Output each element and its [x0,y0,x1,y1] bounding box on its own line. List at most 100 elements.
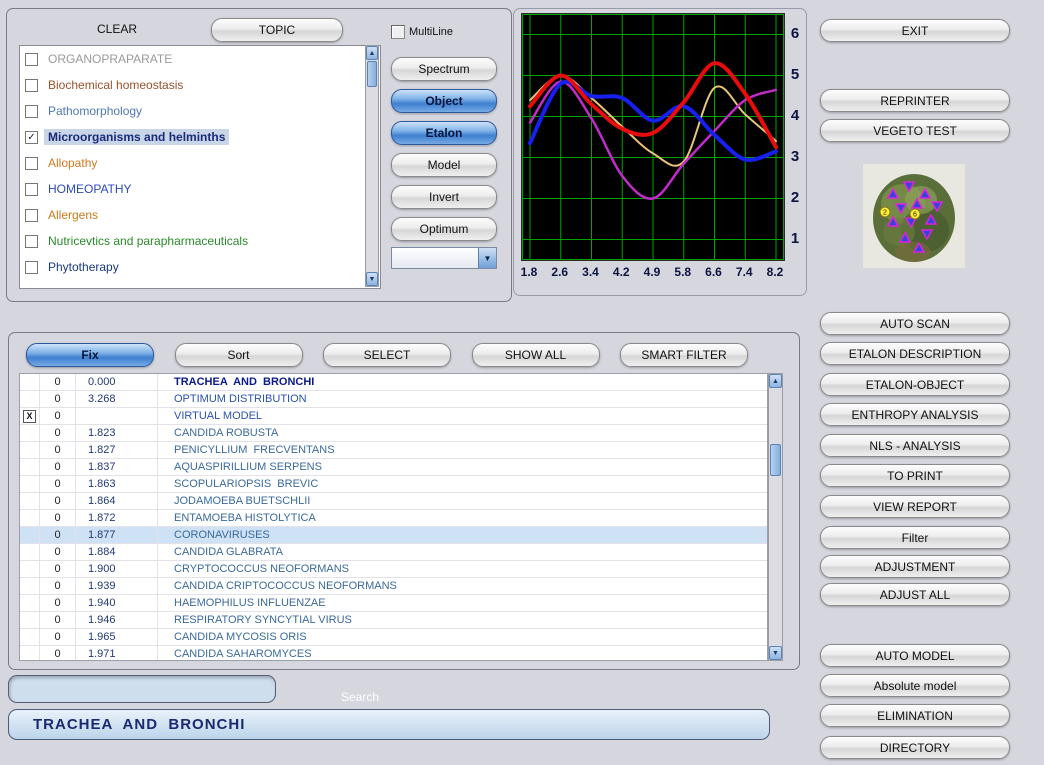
button-reprinter[interactable]: REPRINTER [820,89,1010,112]
result-row[interactable]: 01.872ENTAMOEBA HISTOLYTICA [20,510,767,527]
row-mark-cell[interactable] [20,578,40,594]
button-vegeto-test[interactable]: VEGETO TEST [820,119,1010,142]
row-mark-cell[interactable] [20,629,40,645]
button-directory[interactable]: DIRECTORY [820,736,1010,759]
category-item[interactable]: ORGANOPRAPARATE [20,46,380,72]
category-item[interactable]: Biochemical homeostasis [20,72,380,98]
clear-button[interactable]: CLEAR [67,22,167,36]
button-nls-analysis[interactable]: NLS - ANALYSIS [820,434,1010,457]
category-item[interactable]: Pathomorphology [20,98,380,124]
category-checkbox[interactable] [25,105,38,118]
row-mark-cell[interactable] [20,374,40,390]
scroll-up-icon[interactable]: ▲ [366,46,378,60]
button-auto-scan[interactable]: AUTO SCAN [820,312,1010,335]
button-exit[interactable]: EXIT [820,19,1010,42]
row-mark-cell[interactable] [20,476,40,492]
button-elimination[interactable]: ELIMINATION [820,704,1010,727]
category-label: Biochemical homeostasis [44,77,187,93]
result-row[interactable]: 01.900CRYPTOCOCCUS NEOFORMANS [20,561,767,578]
scroll-thumb[interactable] [770,444,781,476]
scroll-down-icon[interactable]: ▼ [769,646,782,660]
scroll-up-icon[interactable]: ▲ [769,374,782,388]
organ-image[interactable]: 26 [863,164,965,268]
row-mark-cell[interactable] [20,646,40,661]
result-row[interactable]: 01.837AQUASPIRILLIUM SERPENS [20,459,767,476]
mode-button-invert[interactable]: Invert [391,185,497,209]
results-table[interactable]: 00.000TRACHEA AND BRONCHI03.268OPTIMUM D… [19,373,768,661]
results-scrollbar[interactable]: ▲ ▼ [768,373,783,661]
button-etalon-description[interactable]: ETALON DESCRIPTION [820,342,1010,365]
category-checkbox[interactable] [25,157,38,170]
search-input[interactable] [8,675,276,703]
row-mark-cell[interactable] [20,425,40,441]
category-item[interactable]: ✓Microorganisms and helminths [20,124,380,150]
result-row[interactable]: 01.940HAEMOPHILUS INFLUENZAE [20,595,767,612]
mode-button-etalon[interactable]: Etalon [391,121,497,145]
scroll-thumb[interactable] [367,61,377,87]
category-checkbox[interactable] [25,235,38,248]
result-row[interactable]: 01.823CANDIDA ROBUSTA [20,425,767,442]
button-absolute-model[interactable]: Absolute model [820,674,1010,697]
button-adjust-all[interactable]: ADJUST ALL [820,583,1010,606]
result-row[interactable]: 01.864JODAMOEBA BUETSCHLII [20,493,767,510]
category-item[interactable]: HOMEOPATHY [20,176,380,202]
toolbar-button-sort[interactable]: Sort [175,343,303,367]
mode-button-object[interactable]: Object [391,89,497,113]
category-item[interactable]: Phytotherapy [20,254,380,280]
result-row[interactable]: 01.884CANDIDA GLABRATA [20,544,767,561]
result-row[interactable]: 01.939CANDIDA CRIPTOCOCCUS NEOFORMANS [20,578,767,595]
toolbar-button-show-all[interactable]: SHOW ALL [472,343,600,367]
scroll-down-icon[interactable]: ▼ [366,272,378,286]
result-row[interactable]: 03.268OPTIMUM DISTRIBUTION [20,391,767,408]
row-mark-cell[interactable] [20,391,40,407]
result-row[interactable]: 01.965CANDIDA MYCOSIS ORIS [20,629,767,646]
result-row[interactable]: X0VIRTUAL MODEL [20,408,767,425]
category-list[interactable]: ORGANOPRAPARATE Biochemical homeostasis Pa… [19,45,381,289]
category-checkbox[interactable] [25,53,38,66]
category-checkbox[interactable] [25,261,38,274]
chevron-down-icon[interactable]: ▼ [478,248,496,268]
category-list-scrollbar[interactable]: ▲ ▼ [365,45,379,287]
category-checkbox[interactable] [25,183,38,196]
result-row[interactable]: 01.971CANDIDA SAHAROMYCES [20,646,767,661]
category-checkbox[interactable] [25,79,38,92]
row-mark-cell[interactable] [20,612,40,628]
mode-button-spectrum[interactable]: Spectrum [391,57,497,81]
button-to-print[interactable]: TO PRINT [820,464,1010,487]
row-mark-cell[interactable] [20,595,40,611]
topic-button[interactable]: TOPIC [211,18,343,42]
toolbar-button-select[interactable]: SELECT [323,343,451,367]
button-enthropy-analysis[interactable]: ENTHROPY ANALYSIS [820,403,1010,426]
multiline-checkbox[interactable]: MultiLine [391,25,453,39]
row-mark-cell[interactable] [20,442,40,458]
x-axis: 1.82.63.44.24.95.86.67.48.2 [521,265,783,283]
button-view-report[interactable]: VIEW REPORT [820,495,1010,518]
etalon-combobox[interactable]: ▼ [391,247,497,269]
result-row[interactable]: 01.877CORONAVIRUSES [20,527,767,544]
row-mark-cell[interactable] [20,544,40,560]
result-row[interactable]: 00.000TRACHEA AND BRONCHI [20,374,767,391]
row-mark-cell[interactable] [20,510,40,526]
button-auto-model[interactable]: AUTO MODEL [820,644,1010,667]
mode-button-model[interactable]: Model [391,153,497,177]
result-row[interactable]: 01.863SCOPULARIOPSIS BREVIC [20,476,767,493]
row-mark-cell[interactable] [20,459,40,475]
toolbar-button-fix[interactable]: Fix [26,343,154,367]
result-row[interactable]: 01.827PENICYLLIUM FRECVENTANS [20,442,767,459]
checkbox-icon[interactable] [391,25,405,39]
category-item[interactable]: Nutricevtics and parapharmaceuticals [20,228,380,254]
result-row[interactable]: 01.946RESPIRATORY SYNCYTIAL VIRUS [20,612,767,629]
category-item[interactable]: Allergens [20,202,380,228]
category-checkbox[interactable]: ✓ [25,131,38,144]
button-adjustment[interactable]: ADJUSTMENT [820,555,1010,578]
row-mark-cell[interactable] [20,561,40,577]
row-mark-cell[interactable] [20,493,40,509]
toolbar-button-smart-filter[interactable]: SMART FILTER [620,343,748,367]
category-item[interactable]: Allopathy [20,150,380,176]
button-filter[interactable]: Filter [820,526,1010,549]
mode-button-optimum[interactable]: Optimum [391,217,497,241]
button-etalon-object[interactable]: ETALON-OBJECT [820,373,1010,396]
category-checkbox[interactable] [25,209,38,222]
row-mark-cell[interactable]: X [20,408,40,424]
row-mark-cell[interactable] [20,527,40,543]
